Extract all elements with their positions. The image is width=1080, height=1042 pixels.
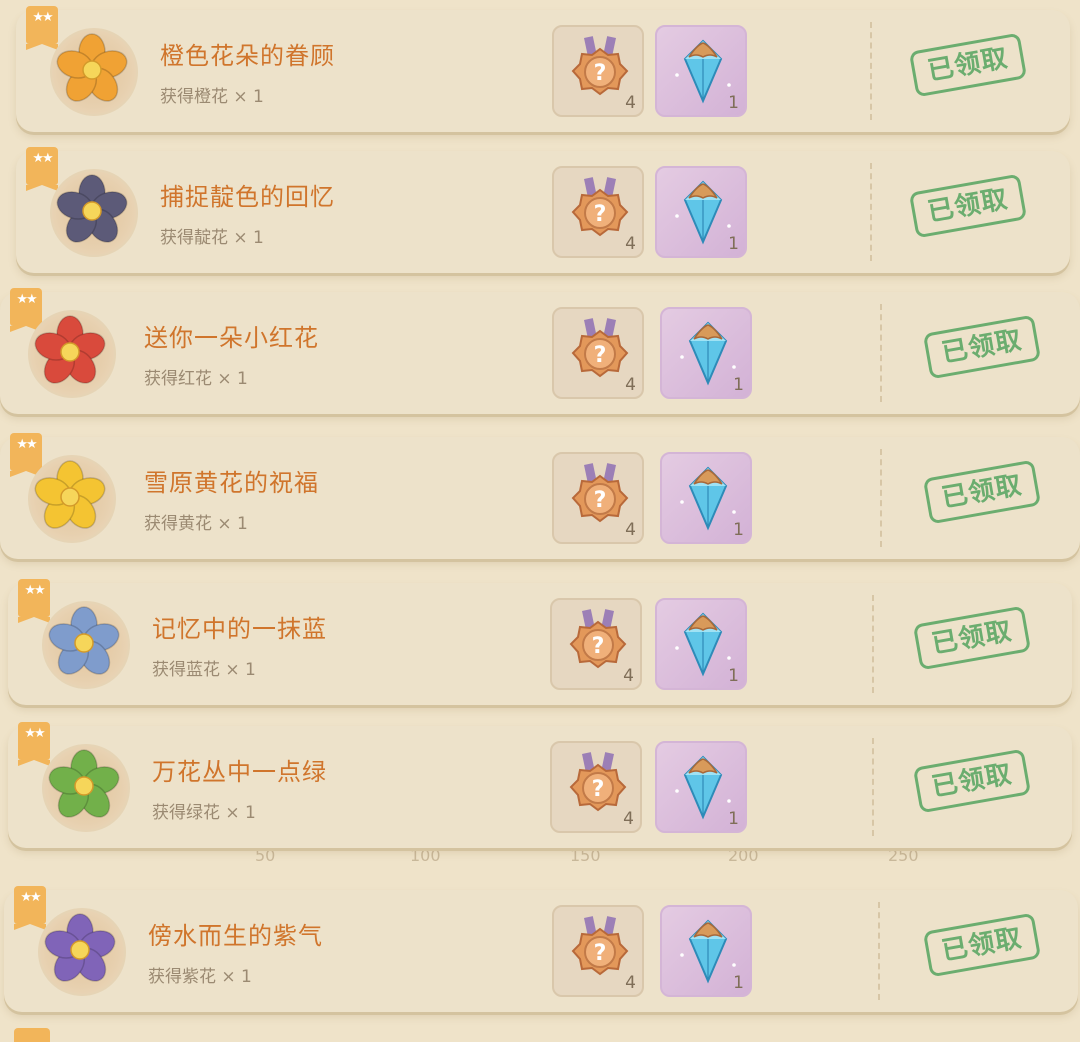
reward-medal[interactable]: ? 4: [552, 166, 644, 258]
claimed-stamp: 已领取: [922, 314, 1042, 380]
tick-label: 250: [888, 846, 919, 865]
achievement-card: ★★ 记忆中的一抹蓝 获得蓝花 × 1 ? 4 1 已领取: [8, 579, 1072, 705]
achievement-card: ★★ 傍水而生的紫气 获得紫花 × 1 ? 4 1 已领取: [4, 886, 1078, 1012]
divider: [878, 902, 880, 1000]
reward-count: 1: [728, 666, 739, 686]
svg-text:?: ?: [594, 202, 607, 227]
reward-count: 1: [733, 973, 744, 993]
indigo-flower-icon: [46, 165, 138, 257]
reward-gem[interactable]: 1: [660, 905, 752, 997]
reward-gem[interactable]: 1: [660, 307, 752, 399]
red-flower-icon: [24, 306, 116, 398]
background-progress-ticks: 50 100 150 200 250: [0, 846, 1080, 866]
orange-flower-icon: [46, 24, 138, 116]
reward-count: 1: [728, 234, 739, 254]
achievement-card: ★★ 送你一朵小红花 获得红花 × 1 ? 4 1 已领取: [0, 288, 1080, 414]
reward-count: 1: [733, 375, 744, 395]
tick-label: 150: [570, 846, 601, 865]
svg-text:?: ?: [594, 61, 607, 86]
reward-count: 4: [625, 93, 636, 113]
achievement-card: ★★ 万花丛中一点绿 获得绿花 × 1 ? 4 1 已领取: [8, 722, 1072, 848]
green-flower-icon: [38, 740, 130, 832]
claimed-stamp: 已领取: [922, 459, 1042, 525]
claimed-stamp: 已领取: [912, 748, 1032, 814]
achievement-subtitle: 获得紫花 × 1: [148, 967, 252, 987]
achievement-title: 记忆中的一抹蓝: [152, 615, 327, 643]
achievement-subtitle: 获得黄花 × 1: [144, 514, 248, 534]
divider: [880, 304, 882, 402]
achievement-card: ★★ 橙色花朵的眷顾 获得橙花 × 1 ? 4 1 已领取: [16, 6, 1070, 132]
divider: [872, 738, 874, 836]
reward-medal[interactable]: ? 4: [552, 25, 644, 117]
achievement-title: 万花丛中一点绿: [152, 758, 327, 786]
reward-gem[interactable]: 1: [660, 452, 752, 544]
svg-text:?: ?: [594, 941, 607, 966]
achievement-subtitle: 获得红花 × 1: [144, 369, 248, 389]
reward-gem[interactable]: 1: [655, 25, 747, 117]
svg-text:?: ?: [594, 488, 607, 513]
divider: [870, 163, 872, 261]
achievement-subtitle: 获得绿花 × 1: [152, 803, 256, 823]
reward-gem[interactable]: 1: [655, 598, 747, 690]
reward-medal[interactable]: ? 4: [550, 598, 642, 690]
svg-text:?: ?: [592, 634, 605, 659]
tick-label: 200: [728, 846, 759, 865]
next-card-star-tag: [14, 1028, 50, 1042]
reward-count: 4: [625, 520, 636, 540]
achievement-title: 送你一朵小红花: [144, 324, 319, 352]
reward-count: 1: [733, 520, 744, 540]
achievement-title: 傍水而生的紫气: [148, 922, 323, 950]
svg-text:?: ?: [594, 343, 607, 368]
reward-count: 4: [623, 666, 634, 686]
reward-count: 4: [625, 234, 636, 254]
achievement-subtitle: 获得橙花 × 1: [160, 87, 264, 107]
reward-medal[interactable]: ? 4: [552, 905, 644, 997]
reward-count: 4: [625, 973, 636, 993]
tick-label: 100: [410, 846, 441, 865]
claimed-stamp: 已领取: [922, 912, 1042, 978]
blue-flower-icon: [38, 597, 130, 689]
claimed-stamp: 已领取: [908, 173, 1028, 239]
divider: [870, 22, 872, 120]
reward-medal[interactable]: ? 4: [552, 307, 644, 399]
reward-count: 4: [625, 375, 636, 395]
reward-gem[interactable]: 1: [655, 741, 747, 833]
reward-medal[interactable]: ? 4: [552, 452, 644, 544]
reward-gem[interactable]: 1: [655, 166, 747, 258]
achievement-title: 橙色花朵的眷顾: [160, 42, 335, 70]
tick-label: 50: [255, 846, 276, 865]
yellow-flower-icon: [24, 451, 116, 543]
purple-flower-icon: [34, 904, 126, 996]
achievement-subtitle: 获得靛花 × 1: [160, 228, 264, 248]
divider: [880, 449, 882, 547]
achievement-title: 捕捉靛色的回忆: [160, 183, 335, 211]
achievement-card: ★★ 雪原黄花的祝福 获得黄花 × 1 ? 4 1 已领取: [0, 433, 1080, 559]
svg-text:?: ?: [592, 777, 605, 802]
reward-medal[interactable]: ? 4: [550, 741, 642, 833]
divider: [872, 595, 874, 693]
achievement-card: ★★ 捕捉靛色的回忆 获得靛花 × 1 ? 4 1 已领取: [16, 147, 1070, 273]
claimed-stamp: 已领取: [908, 32, 1028, 98]
reward-count: 4: [623, 809, 634, 829]
achievement-title: 雪原黄花的祝福: [144, 469, 319, 497]
claimed-stamp: 已领取: [912, 605, 1032, 671]
reward-count: 1: [728, 93, 739, 113]
reward-count: 1: [728, 809, 739, 829]
achievement-subtitle: 获得蓝花 × 1: [152, 660, 256, 680]
